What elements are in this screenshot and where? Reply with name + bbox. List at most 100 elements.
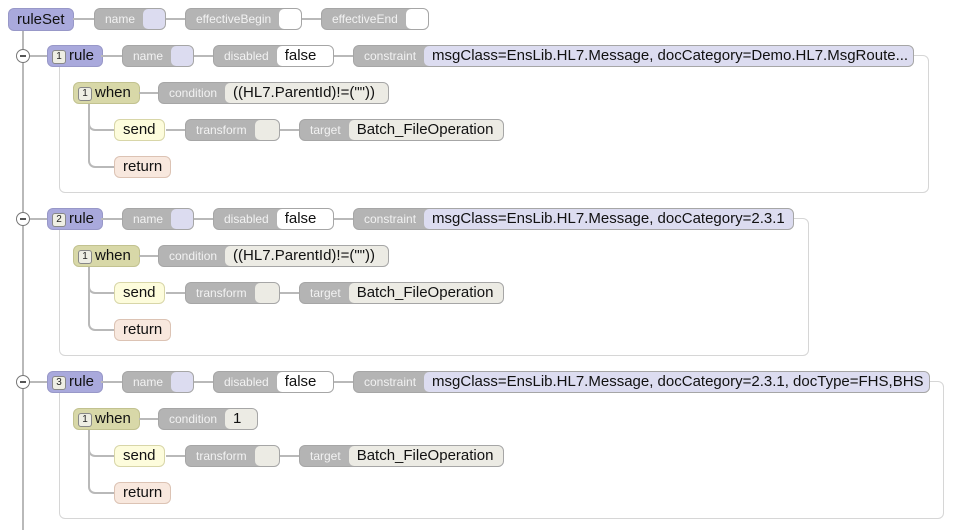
rule-2-send-node[interactable]: send: [114, 282, 165, 304]
rule-3-name-label: name: [133, 375, 164, 389]
rule-2-constraint-value[interactable]: msgClass=EnsLib.HL7.Message, docCategory…: [424, 209, 793, 229]
rule-1-name-field[interactable]: name: [122, 45, 194, 67]
rule-1-target-value[interactable]: Batch_FileOperation: [348, 120, 503, 140]
rule-2-condition-value[interactable]: ((HL7.ParentId)!=("")): [225, 246, 388, 266]
rule-1-target-field[interactable]: target Batch_FileOperation: [299, 119, 504, 141]
rule-2-transform-field[interactable]: transform: [185, 282, 280, 304]
rule-3-transform-field[interactable]: transform: [185, 445, 280, 467]
rule-1-transform-label: transform: [196, 123, 247, 137]
connector: [194, 381, 214, 383]
connector: [302, 18, 322, 20]
rule-1-name-value[interactable]: [171, 46, 193, 66]
rule-1-node[interactable]: 1 rule: [47, 45, 104, 67]
connector: [88, 430, 115, 494]
rule-3-when-label: when: [95, 410, 131, 427]
rule-3-transform-value[interactable]: [254, 446, 279, 466]
rule-3-name-value[interactable]: [171, 372, 193, 392]
rule-3-condition-label: condition: [169, 412, 218, 426]
rule-1-return-node[interactable]: return: [114, 156, 172, 178]
rule-2-label: rule: [69, 210, 95, 227]
rule-3-disabled-value[interactable]: false: [276, 372, 333, 392]
rule-3-name-field[interactable]: name: [122, 371, 194, 393]
rule-1-condition-label: condition: [169, 86, 218, 100]
rule-2-when-node[interactable]: 1 when: [73, 245, 140, 267]
rule-2-collapse-toggle-icon[interactable]: [16, 212, 30, 226]
rule-1-when-node[interactable]: 1 when: [73, 82, 140, 104]
rule-1-transform-field[interactable]: transform: [185, 119, 280, 141]
connector: [101, 218, 123, 220]
rule-2-send-label: send: [123, 284, 156, 301]
rule-1-when-label: when: [95, 84, 131, 101]
rule-1-constraint-label: constraint: [364, 49, 417, 63]
rule-3-constraint-label: constraint: [364, 375, 417, 389]
rule-2-when-index-badge: 1: [78, 250, 92, 264]
connector: [30, 381, 48, 383]
rule-3-return-node[interactable]: return: [114, 482, 172, 504]
rule-2-target-label: target: [310, 286, 341, 300]
connector: [280, 292, 300, 294]
rule-2-target-value[interactable]: Batch_FileOperation: [348, 283, 503, 303]
ruleset-name-field[interactable]: name: [94, 8, 166, 30]
ruleset-effectivebegin-value[interactable]: [279, 9, 301, 29]
rule-1-disabled-field[interactable]: disabled false: [213, 45, 334, 67]
rule-1-disabled-value[interactable]: false: [276, 46, 333, 66]
rule-3-constraint-field[interactable]: constraint msgClass=EnsLib.HL7.Message, …: [353, 371, 930, 393]
rule-1-send-node[interactable]: send: [114, 119, 165, 141]
rule-3-transform-label: transform: [196, 449, 247, 463]
ruleset-effectivebegin-field[interactable]: effectiveBegin: [185, 8, 302, 30]
ruleset-effectiveend-value[interactable]: [405, 9, 428, 29]
rule-1-condition-value[interactable]: ((HL7.ParentId)!=("")): [225, 83, 388, 103]
rule-2-condition-label: condition: [169, 249, 218, 263]
connector: [166, 455, 186, 457]
rule-3-node[interactable]: 3 rule: [47, 371, 104, 393]
rule-3-send-node[interactable]: send: [114, 445, 165, 467]
rule-1-disabled-label: disabled: [224, 49, 269, 63]
connector: [280, 455, 300, 457]
rule-1-label: rule: [69, 47, 95, 64]
connector: [88, 267, 115, 331]
rule-1-constraint-value[interactable]: msgClass=EnsLib.HL7.Message, docCategory…: [424, 46, 913, 66]
connector: [139, 92, 159, 94]
connector: [73, 18, 95, 20]
rule-2-return-node[interactable]: return: [114, 319, 172, 341]
rule-1-constraint-field[interactable]: constraint msgClass=EnsLib.HL7.Message, …: [353, 45, 914, 67]
rule-2-constraint-field[interactable]: constraint msgClass=EnsLib.HL7.Message, …: [353, 208, 794, 230]
rule-3-label: rule: [69, 373, 95, 390]
connector: [334, 218, 354, 220]
rule-3-target-value[interactable]: Batch_FileOperation: [348, 446, 503, 466]
rule-1-target-label: target: [310, 123, 341, 137]
ruleset-trunk-line: [22, 29, 24, 530]
rule-3-disabled-field[interactable]: disabled false: [213, 371, 334, 393]
rule-2-name-field[interactable]: name: [122, 208, 194, 230]
rule-3-when-node[interactable]: 1 when: [73, 408, 140, 430]
rule-2-target-field[interactable]: target Batch_FileOperation: [299, 282, 504, 304]
connector: [101, 381, 123, 383]
rule-1-send-label: send: [123, 121, 156, 138]
rule-1-when-index-badge: 1: [78, 87, 92, 101]
rule-3-constraint-value[interactable]: msgClass=EnsLib.HL7.Message, docCategory…: [424, 372, 929, 392]
rule-3-condition-field[interactable]: condition 1: [158, 408, 258, 430]
rule-2-transform-value[interactable]: [254, 283, 279, 303]
rule-2-condition-field[interactable]: condition ((HL7.ParentId)!=("")): [158, 245, 389, 267]
ruleset-effectiveend-field[interactable]: effectiveEnd: [321, 8, 429, 30]
rule-3-collapse-toggle-icon[interactable]: [16, 375, 30, 389]
rule-3-target-label: target: [310, 449, 341, 463]
rule-2-when-label: when: [95, 247, 131, 264]
rule-2-disabled-field[interactable]: disabled false: [213, 208, 334, 230]
ruleset-node[interactable]: ruleSet: [8, 8, 74, 31]
connector: [30, 55, 48, 57]
rule-2-name-value[interactable]: [171, 209, 193, 229]
connector: [194, 55, 214, 57]
rule-1-collapse-toggle-icon[interactable]: [16, 49, 30, 63]
rule-1-transform-value[interactable]: [254, 120, 279, 140]
rule-1-condition-field[interactable]: condition ((HL7.ParentId)!=("")): [158, 82, 389, 104]
rule-3-condition-value[interactable]: 1: [225, 409, 257, 429]
ruleset-effectivebegin-label: effectiveBegin: [196, 12, 272, 26]
rule-2-node[interactable]: 2 rule: [47, 208, 104, 230]
rule-2-disabled-value[interactable]: false: [276, 209, 333, 229]
rule-2-transform-label: transform: [196, 286, 247, 300]
rule-3-target-field[interactable]: target Batch_FileOperation: [299, 445, 504, 467]
ruleset-label: ruleSet: [17, 11, 65, 28]
ruleset-name-value[interactable]: [143, 9, 165, 29]
connector: [166, 292, 186, 294]
